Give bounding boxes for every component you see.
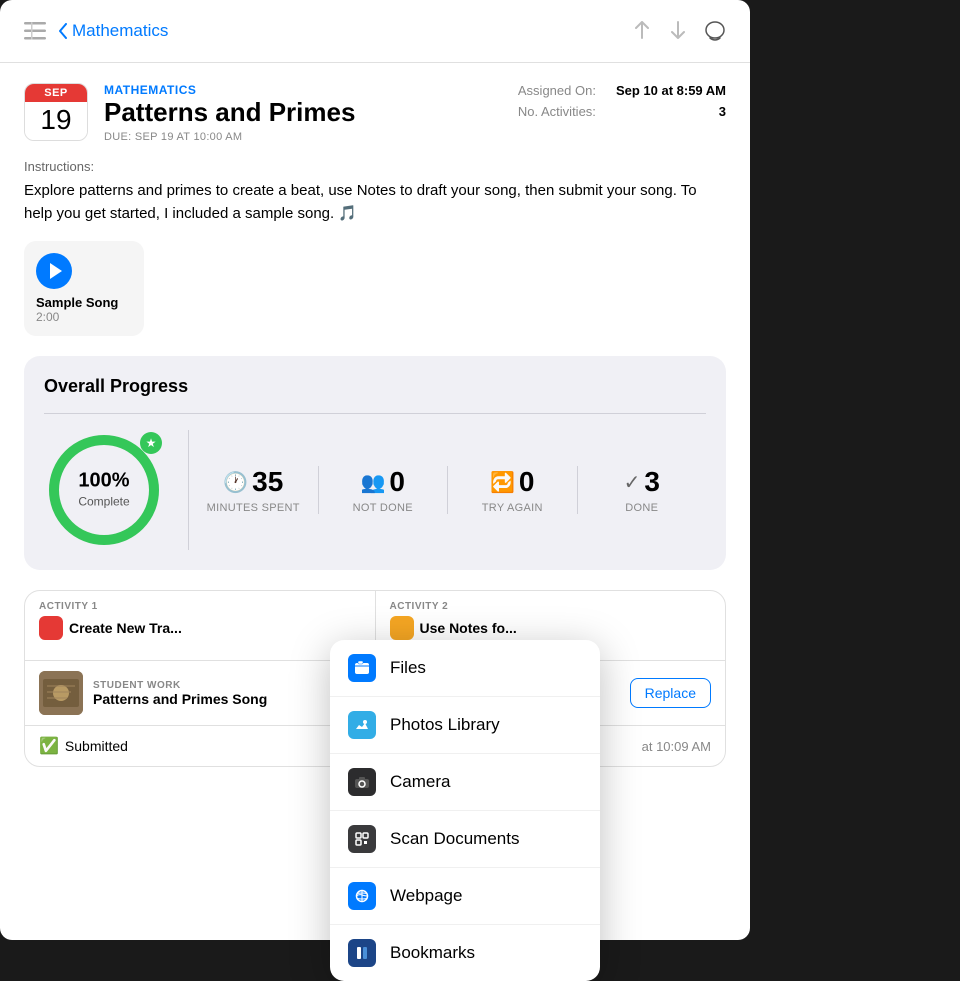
progress-stats: ★ 100% Complete 🕐 35 MINUTES SPENT <box>44 430 706 550</box>
files-label: Files <box>390 658 426 678</box>
webpage-icon <box>348 882 376 910</box>
play-button[interactable] <box>36 253 72 289</box>
progress-divider <box>44 413 706 414</box>
done-top: ✓ 3 <box>624 466 660 498</box>
minutes-stat: 🕐 35 MINUTES SPENT <box>189 466 319 514</box>
calendar-icon: SEP 19 <box>24 83 88 141</box>
back-label: Mathematics <box>72 21 168 41</box>
next-arrow-button[interactable] <box>664 16 692 44</box>
activity-1-icon <box>39 616 63 640</box>
nav-bar: Mathematics <box>0 0 750 63</box>
activities-row: No. Activities: 3 <box>518 104 726 119</box>
minutes-top: 🕐 35 <box>223 466 283 498</box>
menu-item-scan[interactable]: Scan Documents <box>330 811 600 868</box>
instructions-section: Instructions: Explore patterns and prime… <box>24 159 726 225</box>
camera-icon <box>348 768 376 796</box>
header-section: SEP 19 MATHEMATICS Patterns and Primes D… <box>24 83 726 143</box>
bookmarks-label: Bookmarks <box>390 943 475 963</box>
minutes-value: 35 <box>252 466 283 498</box>
not-done-top: 👥 0 <box>361 466 405 498</box>
try-again-value: 0 <box>519 466 535 498</box>
menu-item-camera[interactable]: Camera <box>330 754 600 811</box>
back-button[interactable]: Mathematics <box>58 21 168 41</box>
done-stat: ✓ 3 DONE <box>578 466 707 514</box>
submitted-time: at 10:09 AM <box>642 739 711 754</box>
not-done-value: 0 <box>389 466 405 498</box>
submitted-label: Submitted <box>65 738 128 754</box>
dropdown-menu: Files Photos Library Camera Scan Documen… <box>330 640 600 981</box>
activity-2-label: ACTIVITY 2 <box>390 601 712 612</box>
song-name: Sample Song <box>36 295 118 310</box>
bookmarks-icon <box>348 939 376 967</box>
activity-2-title: Use Notes fo... <box>420 620 517 636</box>
try-again-top: 🔁 0 <box>490 466 534 498</box>
try-again-label: TRY AGAIN <box>482 502 543 514</box>
submitted-icon: ✅ <box>39 736 59 756</box>
scan-label: Scan Documents <box>390 829 519 849</box>
assigned-on-row: Assigned On: Sep 10 at 8:59 AM <box>518 83 726 98</box>
sample-song-card[interactable]: Sample Song 2:00 <box>24 241 144 336</box>
comment-button[interactable] <box>700 16 730 46</box>
photos-label: Photos Library <box>390 715 500 735</box>
prev-arrow-button[interactable] <box>628 16 656 44</box>
activity-1[interactable]: ACTIVITY 1 Create New Tra... <box>25 591 376 660</box>
instructions-text: Explore patterns and primes to create a … <box>24 180 726 225</box>
header-info: MATHEMATICS Patterns and Primes DUE: SEP… <box>104 83 502 143</box>
not-done-label: NOT DONE <box>353 502 413 514</box>
clock-icon: 🕐 <box>223 470 248 495</box>
progress-circle-container: ★ 100% Complete <box>44 430 189 550</box>
replace-button[interactable]: Replace <box>630 678 711 708</box>
menu-item-webpage[interactable]: Webpage <box>330 868 600 925</box>
song-duration: 2:00 <box>36 310 59 324</box>
play-icon <box>50 263 62 279</box>
assigned-on-value: Sep 10 at 8:59 AM <box>616 83 726 98</box>
try-again-icon: 🔁 <box>490 470 515 495</box>
activities-value: 3 <box>719 104 726 119</box>
sidebar-toggle-button[interactable] <box>20 16 50 46</box>
done-value: 3 <box>644 466 660 498</box>
files-icon <box>348 654 376 682</box>
work-thumbnail <box>39 671 83 715</box>
assignment-title: Patterns and Primes <box>104 97 502 128</box>
done-label: DONE <box>625 502 658 514</box>
due-date: DUE: SEP 19 AT 10:00 AM <box>104 131 502 143</box>
photos-icon <box>348 711 376 739</box>
activity-1-label: ACTIVITY 1 <box>39 601 361 612</box>
progress-circle: ★ 100% Complete <box>44 430 164 550</box>
percent-label: Complete <box>78 495 129 509</box>
webpage-label: Webpage <box>390 886 462 906</box>
camera-label: Camera <box>390 772 450 792</box>
subject-label: MATHEMATICS <box>104 83 502 97</box>
calendar-day: 19 <box>25 102 87 140</box>
menu-item-files[interactable]: Files <box>330 640 600 697</box>
assigned-on-label: Assigned On: <box>518 83 596 98</box>
right-dark-area <box>750 0 960 940</box>
menu-item-bookmarks[interactable]: Bookmarks <box>330 925 600 981</box>
circle-center-text: 100% Complete <box>78 470 129 511</box>
not-done-stat: 👥 0 NOT DONE <box>319 466 449 514</box>
activity-2-icon <box>390 616 414 640</box>
not-done-icon: 👥 <box>361 470 386 495</box>
menu-item-photos[interactable]: Photos Library <box>330 697 600 754</box>
meta-info: Assigned On: Sep 10 at 8:59 AM No. Activ… <box>518 83 726 119</box>
nav-arrows <box>628 16 730 46</box>
minutes-label: MINUTES SPENT <box>207 502 300 514</box>
percent-value: 100% <box>78 470 129 493</box>
progress-section: Overall Progress ★ 100% Complete <box>24 356 726 570</box>
try-again-stat: 🔁 0 TRY AGAIN <box>448 466 578 514</box>
progress-title: Overall Progress <box>44 376 706 397</box>
scan-icon <box>348 825 376 853</box>
instructions-label: Instructions: <box>24 159 726 174</box>
done-icon: ✓ <box>624 470 641 495</box>
activity-1-title: Create New Tra... <box>69 620 182 636</box>
activities-label: No. Activities: <box>518 104 596 119</box>
calendar-month: SEP <box>25 84 87 102</box>
